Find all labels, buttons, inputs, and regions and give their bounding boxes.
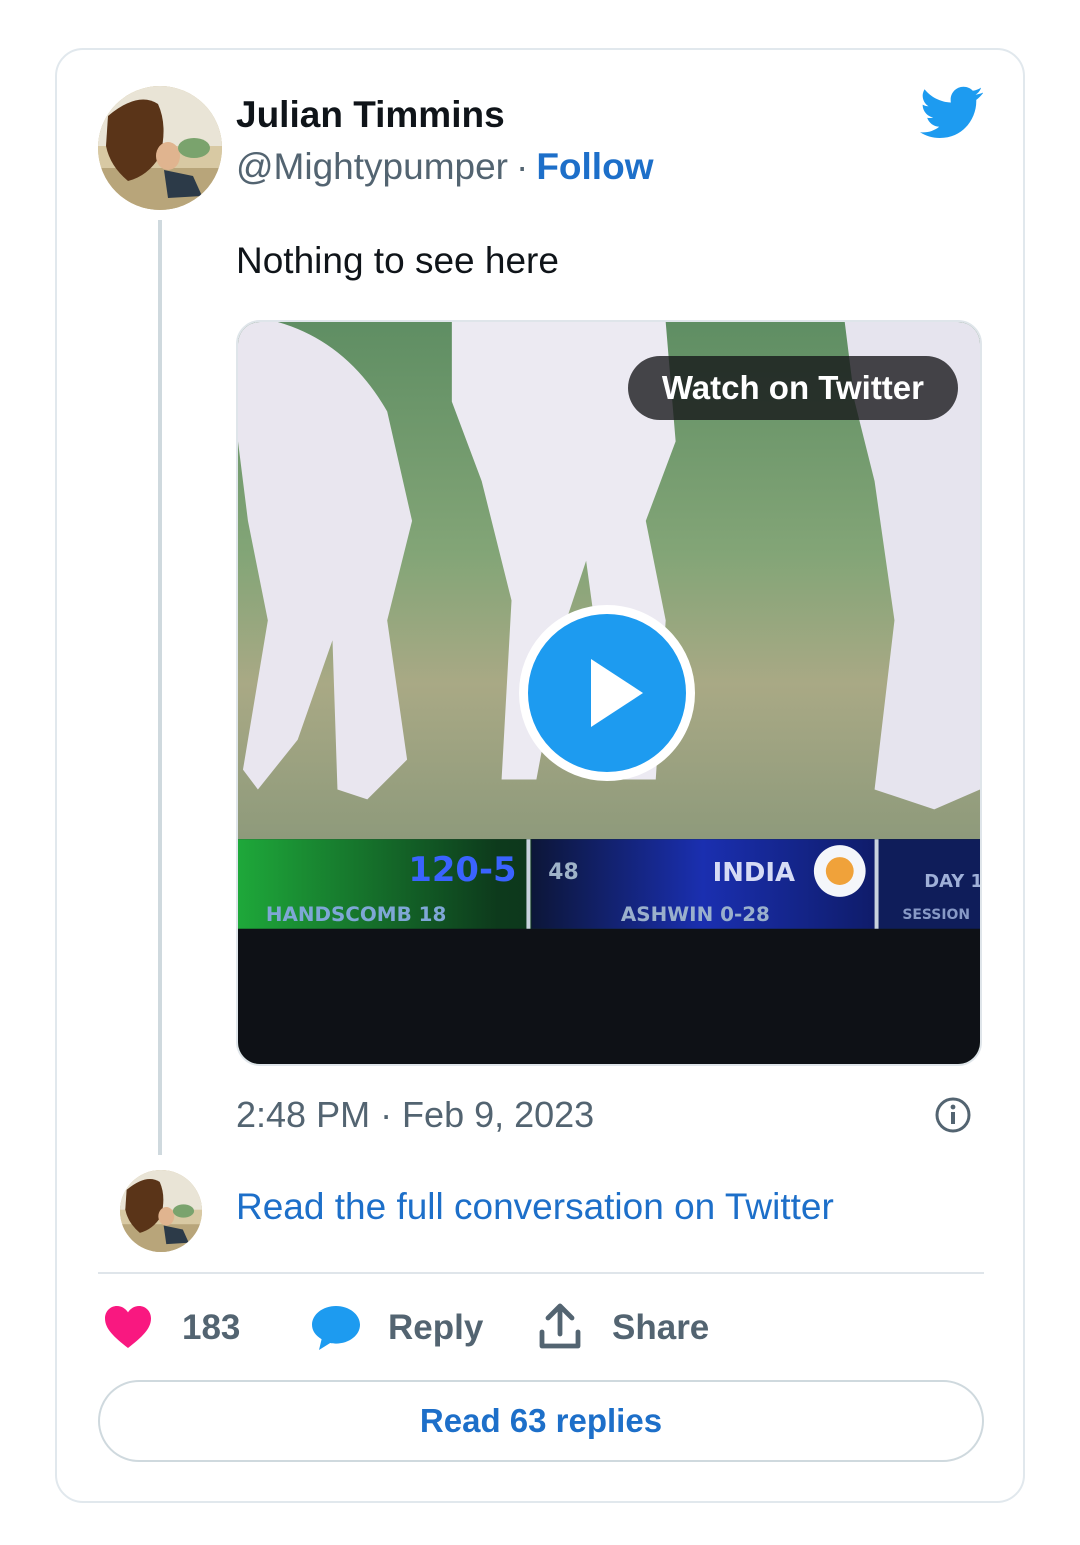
speech-bubble-icon (312, 1306, 360, 1350)
reply-button[interactable]: Reply (310, 1300, 490, 1356)
like-count: 183 (182, 1308, 241, 1347)
thread-line (158, 220, 162, 1155)
author-name[interactable]: Julian Timmins (236, 94, 505, 136)
share-label: Share (612, 1308, 710, 1347)
twitter-bird-icon[interactable] (920, 86, 984, 142)
author-avatar[interactable] (98, 86, 222, 210)
tweet-timestamp[interactable]: 2:48 PM · Feb 9, 2023 (236, 1094, 594, 1136)
tweet-text: Nothing to see here (236, 240, 559, 281)
divider (98, 1272, 984, 1274)
handle-separator: · (516, 146, 529, 187)
scoreboard-extra2: SESSION (902, 907, 970, 923)
scoreboard-batter: HANDSCOMB 18 (266, 903, 446, 926)
heart-icon (105, 1306, 151, 1348)
author-handle-row: @Mightypumper · Follow (236, 146, 653, 188)
watch-on-twitter-button[interactable]: Watch on Twitter (627, 356, 958, 420)
info-icon[interactable] (934, 1096, 972, 1134)
scoreboard-bowler: ASHWIN 0-28 (621, 903, 770, 926)
scoreboard-score: 120-5 (408, 850, 516, 889)
share-upload-icon (539, 1303, 581, 1349)
avatar-photo (98, 86, 222, 210)
scoreboard-team: INDIA (713, 858, 795, 888)
reply-label: Reply (388, 1308, 484, 1347)
like-button[interactable]: 183 (104, 1300, 254, 1356)
author-avatar-small[interactable] (120, 1170, 202, 1252)
read-replies-button[interactable]: Read 63 replies (98, 1380, 984, 1462)
follow-link[interactable]: Follow (536, 146, 653, 187)
play-button[interactable] (519, 605, 695, 781)
play-icon (591, 659, 643, 727)
video-media[interactable]: 120-5 48 HANDSCOMB 18 INDIA ASHWIN 0-28 … (236, 320, 982, 1066)
author-handle[interactable]: @Mightypumper (236, 146, 508, 187)
share-button[interactable]: Share (536, 1300, 716, 1356)
avatar-photo-small (120, 1170, 202, 1252)
read-full-conversation-link[interactable]: Read the full conversation on Twitter (236, 1186, 834, 1228)
scoreboard-overs: 48 (548, 860, 578, 885)
scoreboard-extra: DAY 1 (924, 871, 980, 892)
